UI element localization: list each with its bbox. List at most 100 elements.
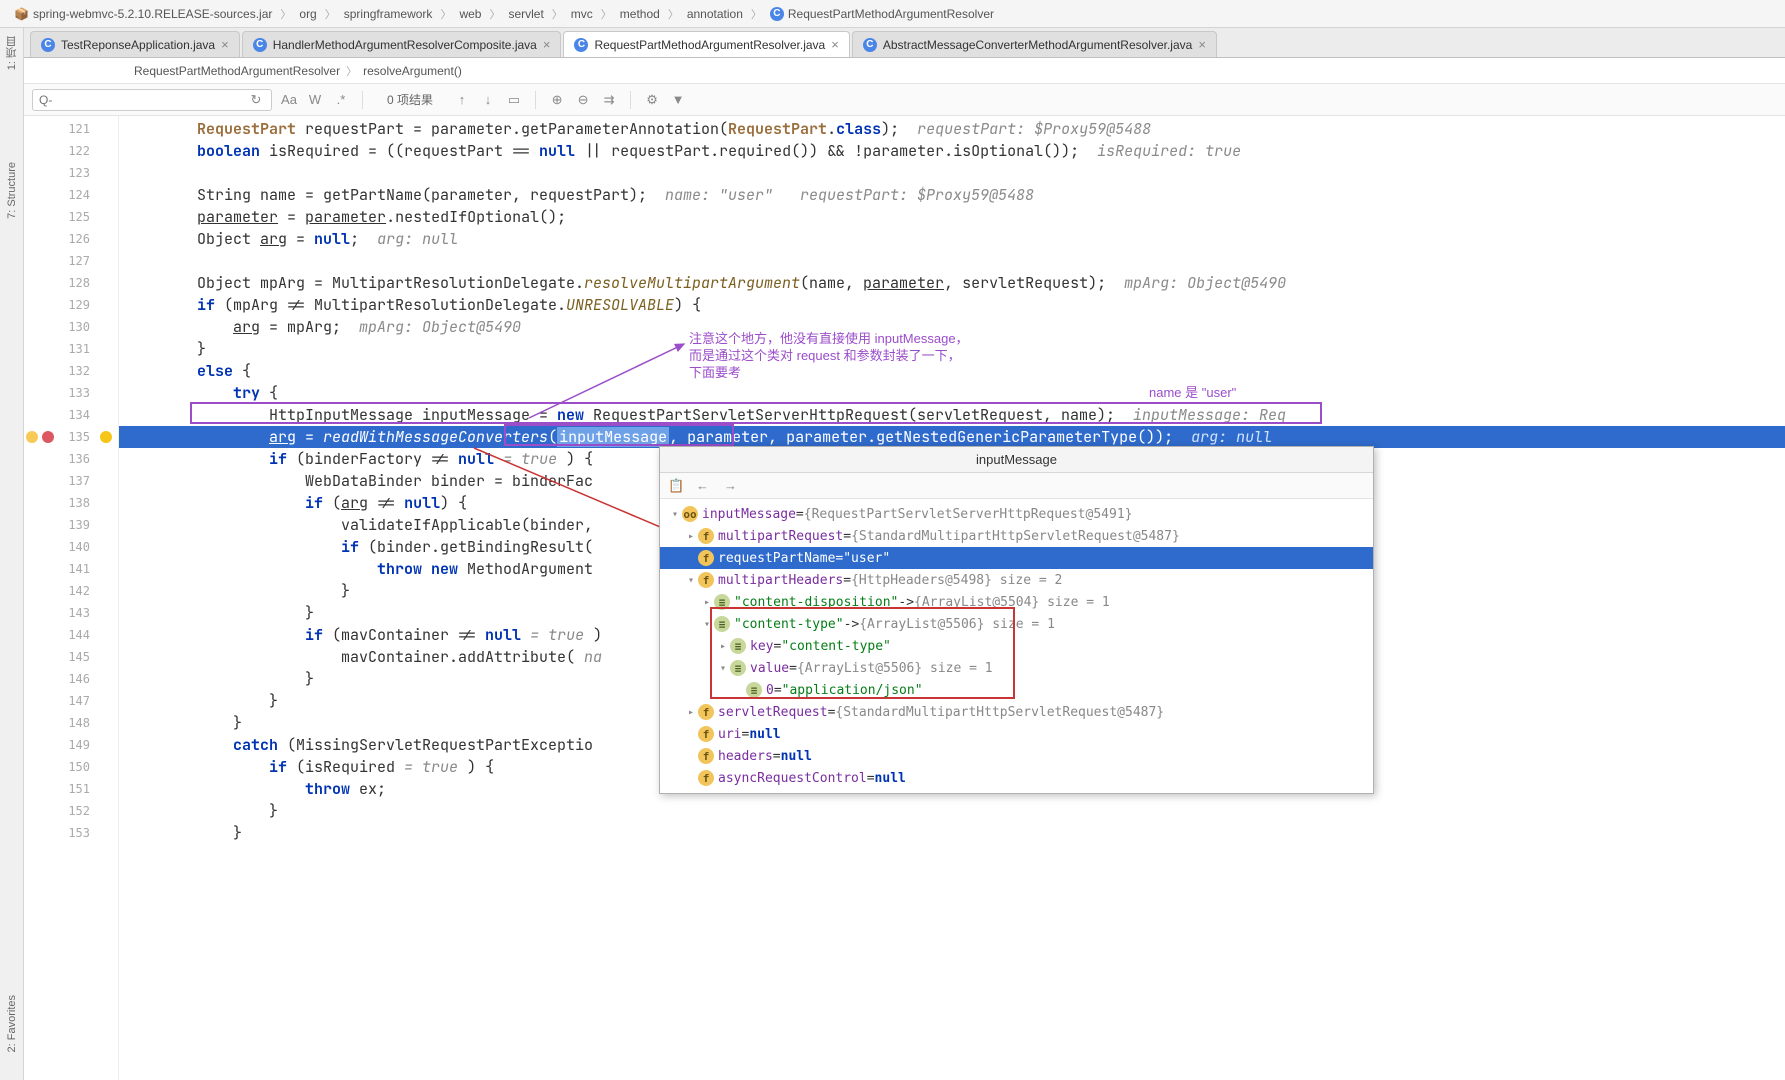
add-selection-icon[interactable]: ⊕ [548, 91, 566, 109]
gutter-line[interactable]: 132 [24, 360, 118, 382]
code-line[interactable] [119, 250, 1785, 272]
tree-row[interactable]: frequestPartName = "user" [660, 547, 1373, 569]
gutter-line[interactable]: 128 [24, 272, 118, 294]
gutter-line[interactable]: 133 [24, 382, 118, 404]
gutter-line[interactable]: 152 [24, 800, 118, 822]
gutter-line[interactable]: 143 [24, 602, 118, 624]
crumb-method[interactable]: resolveArgument() [363, 64, 462, 78]
tool-structure[interactable]: 7: Structure [6, 162, 18, 219]
gutter-line[interactable]: 134 [24, 404, 118, 426]
close-icon[interactable]: × [1198, 37, 1206, 52]
gutter[interactable]: 1211221231241251261271281291301311321331… [24, 116, 119, 1080]
tree-twistie[interactable]: ▸ [716, 641, 730, 652]
gutter-line[interactable]: 127 [24, 250, 118, 272]
debug-value-popup[interactable]: inputMessage 📋 ← → ▾ooinputMessage = {Re… [659, 446, 1374, 794]
code-line[interactable]: else { [119, 360, 1785, 382]
code-line[interactable] [119, 162, 1785, 184]
forward-icon[interactable]: → [724, 478, 740, 494]
gutter-line[interactable]: 124 [24, 184, 118, 206]
tree-row[interactable]: ▾≡"content-type" -> {ArrayList@5506} siz… [660, 613, 1373, 635]
tree-row[interactable]: ▾fmultipartHeaders = {HttpHeaders@5498} … [660, 569, 1373, 591]
code-line[interactable]: arg = readWithMessageConverters(inputMes… [119, 426, 1785, 448]
search-field[interactable]: ↻ [32, 89, 272, 111]
gutter-line[interactable]: 144 [24, 624, 118, 646]
select-occurrences-icon[interactable]: ⇉ [600, 91, 618, 109]
tool-favorites[interactable]: 2: Favorites [6, 995, 18, 1052]
editor-tab[interactable]: CTestReponseApplication.java× [30, 31, 240, 57]
match-case-icon[interactable]: Aa [280, 91, 298, 109]
code-line[interactable]: if (mpArg != MultipartResolutionDelegate… [119, 294, 1785, 316]
code-line[interactable]: Object arg = null; arg: null [119, 228, 1785, 250]
gutter-line[interactable]: 150 [24, 756, 118, 778]
settings-icon[interactable]: ⚙ [643, 91, 661, 109]
copy-icon[interactable]: 📋 [668, 478, 684, 494]
bc-pkg[interactable]: method [614, 5, 666, 23]
code-line[interactable]: boolean isRequired = ((requestPart == nu… [119, 140, 1785, 162]
gutter-line[interactable]: 145 [24, 646, 118, 668]
gutter-line[interactable]: 137 [24, 470, 118, 492]
code-editor[interactable]: 1211221231241251261271281291301311321331… [24, 116, 1785, 1080]
code-line[interactable]: try { [119, 382, 1785, 404]
words-icon[interactable]: W [306, 91, 324, 109]
gutter-line[interactable]: 148 [24, 712, 118, 734]
gutter-line[interactable]: 122 [24, 140, 118, 162]
code-line[interactable]: } [119, 338, 1785, 360]
code-line[interactable]: arg = mpArg; mpArg: Object@5490 [119, 316, 1785, 338]
prev-icon[interactable]: ↑ [453, 91, 471, 109]
code-line[interactable]: HttpInputMessage inputMessage = new Requ… [119, 404, 1785, 426]
gutter-line[interactable]: 131 [24, 338, 118, 360]
close-icon[interactable]: × [831, 37, 839, 52]
filter-icon[interactable]: ▼ [669, 91, 687, 109]
gutter-line[interactable]: 149 [24, 734, 118, 756]
gutter-line[interactable]: 146 [24, 668, 118, 690]
tree-row[interactable]: ▾≡value = {ArrayList@5506} size = 1 [660, 657, 1373, 679]
gutter-line[interactable]: 147 [24, 690, 118, 712]
gutter-line[interactable]: 141 [24, 558, 118, 580]
gutter-line[interactable]: 142 [24, 580, 118, 602]
tree-row[interactable]: ≡0 = "application/json" [660, 679, 1373, 701]
code-line[interactable]: String name = getPartName(parameter, req… [119, 184, 1785, 206]
bc-jar[interactable]: 📦 spring-webmvc-5.2.10.RELEASE-sources.j… [8, 5, 278, 23]
tree-twistie[interactable]: ▾ [716, 663, 730, 674]
gutter-line[interactable]: 140 [24, 536, 118, 558]
gutter-line[interactable]: 123 [24, 162, 118, 184]
gutter-line[interactable]: 121 [24, 118, 118, 140]
tree-row[interactable]: fasyncRequestControl = null [660, 767, 1373, 789]
tree-row[interactable]: ▸≡"content-disposition" -> {ArrayList@55… [660, 591, 1373, 613]
remove-selection-icon[interactable]: ⊖ [574, 91, 592, 109]
editor-tab[interactable]: CAbstractMessageConverterMethodArgumentR… [852, 31, 1217, 57]
gutter-line[interactable]: 126 [24, 228, 118, 250]
bc-pkg[interactable]: org [293, 5, 322, 23]
code-line[interactable]: } [119, 800, 1785, 822]
gutter-line[interactable]: 130 [24, 316, 118, 338]
value-tree[interactable]: ▾ooinputMessage = {RequestPartServletSer… [660, 499, 1373, 793]
editor-tab[interactable]: CRequestPartMethodArgumentResolver.java× [563, 31, 849, 57]
tree-twistie[interactable]: ▸ [684, 531, 698, 542]
bc-pkg[interactable]: annotation [681, 5, 749, 23]
gutter-line[interactable]: 125 [24, 206, 118, 228]
code-line[interactable]: } [119, 822, 1785, 844]
select-all-icon[interactable]: ▭ [505, 91, 523, 109]
bc-pkg[interactable]: springframework [338, 5, 439, 23]
gutter-line[interactable]: 151 [24, 778, 118, 800]
tree-row[interactable]: fheaders = null [660, 745, 1373, 767]
tree-twistie[interactable]: ▾ [668, 509, 682, 520]
code-line[interactable]: parameter = parameter.nestedIfOptional()… [119, 206, 1785, 228]
tree-twistie[interactable]: ▾ [684, 575, 698, 586]
editor-tab[interactable]: CHandlerMethodArgumentResolverComposite.… [242, 31, 562, 57]
close-icon[interactable]: × [221, 37, 229, 52]
search-input[interactable] [39, 93, 247, 107]
tree-row[interactable]: ▸fservletRequest = {StandardMultipartHtt… [660, 701, 1373, 723]
close-icon[interactable]: × [543, 37, 551, 52]
back-icon[interactable]: ← [696, 478, 712, 494]
tree-twistie[interactable]: ▾ [700, 619, 714, 630]
tree-row[interactable]: ▸fmultipartRequest = {StandardMultipartH… [660, 525, 1373, 547]
code-line[interactable]: Object mpArg = MultipartResolutionDelega… [119, 272, 1785, 294]
tree-row[interactable]: ▾ooinputMessage = {RequestPartServletSer… [660, 503, 1373, 525]
code-line[interactable]: RequestPart requestPart = parameter.getP… [119, 118, 1785, 140]
gutter-line[interactable]: 139 [24, 514, 118, 536]
bc-class[interactable]: CRequestPartMethodArgumentResolver [764, 5, 1000, 23]
regex-icon[interactable]: .* [332, 91, 350, 109]
tool-project[interactable]: 1: 项目 [4, 36, 20, 70]
bc-pkg[interactable]: mvc [565, 5, 599, 23]
